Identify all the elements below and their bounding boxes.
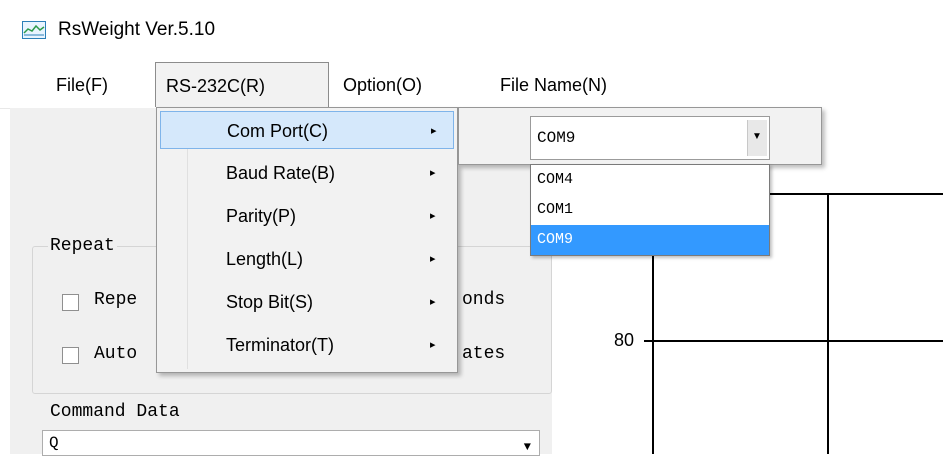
y-tick-label: 80 <box>614 330 635 350</box>
repeat-checkbox[interactable] <box>62 294 79 311</box>
menu-item-parity[interactable]: Parity(P) ▸ <box>160 197 454 235</box>
com-port-options-list: COM4 COM1 COM9 <box>530 164 770 256</box>
menu-item-terminator[interactable]: Terminator(T) ▸ <box>160 326 454 364</box>
menu-item-label: Com Port(C) <box>227 121 329 141</box>
menu-item-label: Terminator(T) <box>226 335 335 355</box>
chevron-down-icon[interactable]: ▼ <box>524 435 531 459</box>
window-title: RsWeight Ver.5.10 <box>58 19 216 40</box>
chart-gridline-vertical <box>827 193 829 454</box>
command-data-combo[interactable]: Q ▼ <box>42 430 540 456</box>
menu-item-com-port[interactable]: Com Port(C) ▸ <box>160 111 454 149</box>
menu-rs232c[interactable]: RS-232C(R) <box>155 62 329 107</box>
com-port-selected: COM9 <box>537 129 576 147</box>
com-port-option[interactable]: COM1 <box>531 195 769 225</box>
auto-minutes-label: ates <box>462 344 506 364</box>
repeat-group-label: Repeat <box>48 236 117 256</box>
com-port-option-selected[interactable]: COM9 <box>531 225 769 255</box>
title-bar: RsWeight Ver.5.10 <box>0 0 943 60</box>
auto-checkbox-label: Auto <box>94 344 138 364</box>
submenu-arrow-icon: ▸ <box>431 125 437 137</box>
repeat-seconds-label: onds <box>462 290 506 310</box>
menu-item-label: Length(L) <box>226 249 304 269</box>
menu-bar: File(F) RS-232C(R) Option(O) File Name(N… <box>0 62 943 109</box>
menu-file[interactable]: File(F) <box>46 62 118 107</box>
combo-dropdown-button[interactable]: ▼ <box>747 120 767 156</box>
menu-option[interactable]: Option(O) <box>333 62 432 107</box>
submenu-arrow-icon: ▸ <box>430 167 436 179</box>
submenu-arrow-icon: ▸ <box>430 210 436 222</box>
com-port-combobox[interactable]: COM9 ▼ <box>530 116 770 160</box>
submenu-arrow-icon: ▸ <box>430 339 436 351</box>
repeat-checkbox-label: Repe <box>94 290 138 310</box>
command-data-value: Q <box>49 434 59 452</box>
menu-item-baud-rate[interactable]: Baud Rate(B) ▸ <box>160 154 454 192</box>
menu-item-stop-bit[interactable]: Stop Bit(S) ▸ <box>160 283 454 321</box>
auto-checkbox[interactable] <box>62 347 79 364</box>
command-data-label: Command Data <box>50 402 180 422</box>
menu-item-label: Baud Rate(B) <box>226 163 336 183</box>
menu-item-length[interactable]: Length(L) ▸ <box>160 240 454 278</box>
menu-file-name[interactable]: File Name(N) <box>490 62 617 107</box>
menu-item-label: Parity(P) <box>226 206 297 226</box>
submenu-arrow-icon: ▸ <box>430 296 436 308</box>
chart-window-icon <box>22 21 46 39</box>
rs232c-dropdown-menu: Com Port(C) ▸ Baud Rate(B) ▸ Parity(P) ▸… <box>156 107 458 373</box>
chart-gridline-80 <box>644 340 943 342</box>
menu-item-label: Stop Bit(S) <box>226 292 314 312</box>
com-port-option[interactable]: COM4 <box>531 165 769 195</box>
submenu-arrow-icon: ▸ <box>430 253 436 265</box>
chevron-down-icon: ▼ <box>752 131 762 142</box>
